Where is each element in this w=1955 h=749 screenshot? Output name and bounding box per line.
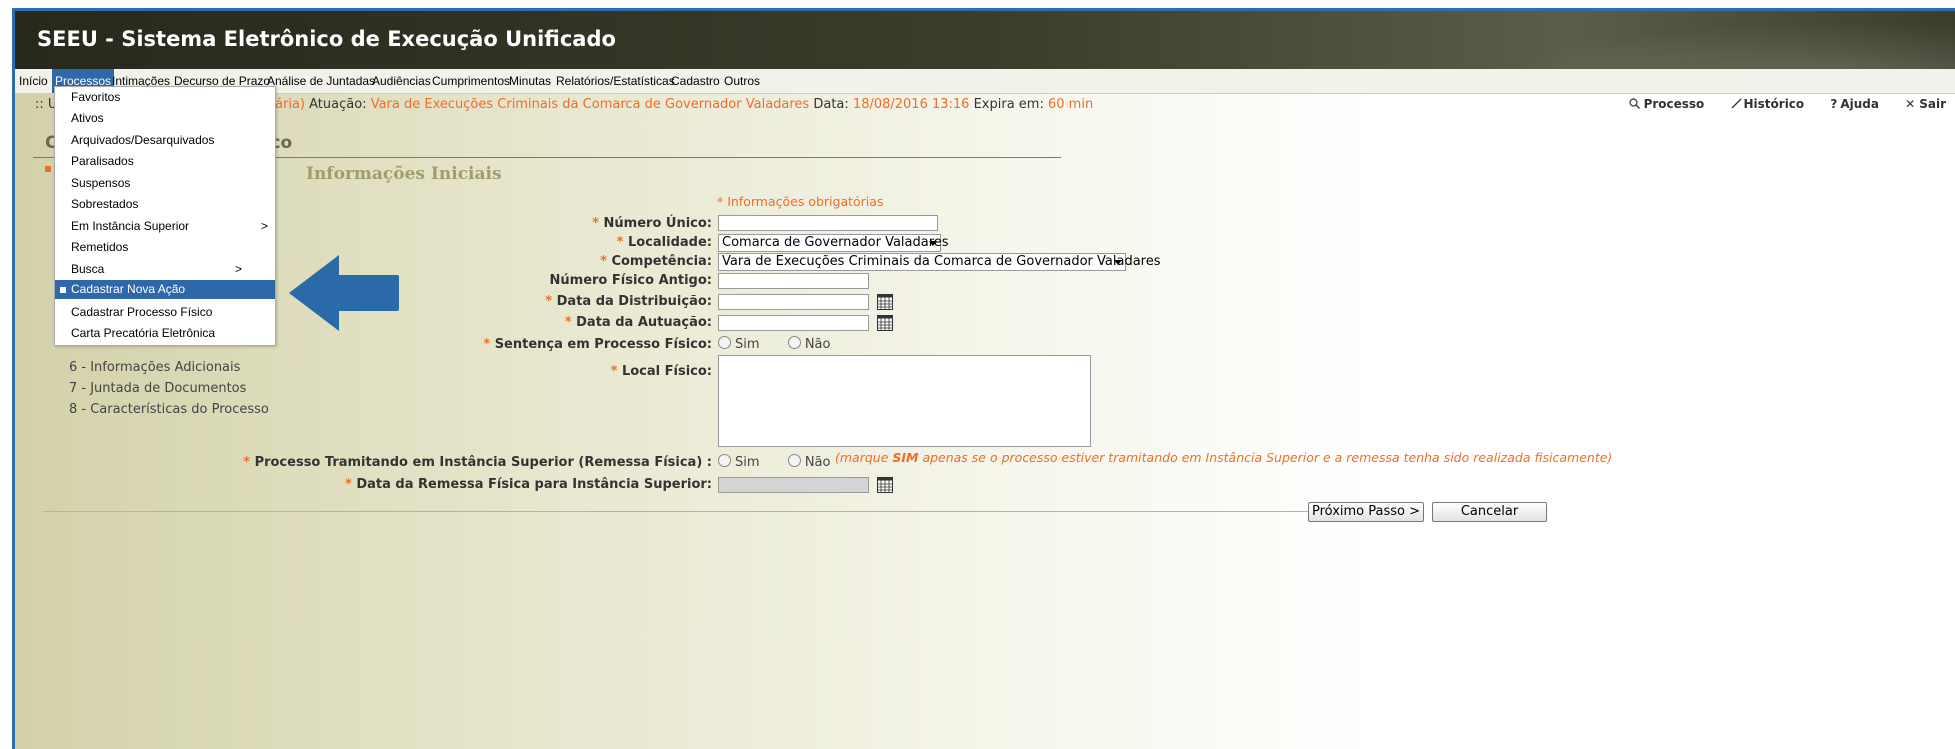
browser-window: SEEU - Sistema Eletrônico de Execução Un… (12, 8, 1955, 749)
dropdown-item-busca[interactable]: Busca > (55, 259, 275, 280)
search-icon (1628, 98, 1640, 109)
dropdown-item-arquivados[interactable]: Arquivados/Desarquivados (55, 130, 275, 151)
atuacao-label: Atuação: (309, 97, 367, 112)
numero-unico-label: * Número Único: (592, 216, 712, 231)
dropdown-item-ativos[interactable]: Ativos (55, 108, 275, 129)
tramitando-label: * Processo Tramitando em Instância Super… (243, 455, 712, 470)
atuacao-value: Vara de Execuções Criminais da Comarca d… (370, 97, 810, 112)
proximo-passo-button[interactable]: Próximo Passo > (1308, 502, 1424, 522)
tramitando-options: Sim Não (718, 454, 830, 470)
dropdown-item-suspensos[interactable]: Suspensos (55, 173, 275, 194)
localidade-select[interactable]: Comarca de Governador Valadares (718, 234, 949, 252)
tramitando-sim-label: Sim (735, 455, 760, 470)
dropdown-item-carta-precatoria[interactable]: Carta Precatória Eletrônica (55, 323, 275, 344)
sentenca-sim-radio[interactable] (718, 336, 731, 349)
app-title: SEEU - Sistema Eletrônico de Execução Un… (37, 27, 616, 51)
pointer-arrow-icon (289, 255, 399, 331)
menu-minutas[interactable]: Minutas (509, 69, 551, 93)
required-note: * Informações obrigatórias (717, 194, 884, 209)
sentenca-label: * Sentença em Processo Físico: (483, 337, 712, 352)
sentenca-options: Sim Não (718, 336, 830, 352)
top-links: Processo Histórico ? Ajuda ✕ Sair (1607, 97, 1946, 111)
submenu-arrow-icon: > (261, 219, 269, 233)
title-bar: SEEU - Sistema Eletrônico de Execução Un… (15, 11, 1955, 69)
competencia-select[interactable]: Vara de Execuções Criminais da Comarca d… (718, 253, 1161, 271)
data-remessa-input (718, 477, 869, 493)
active-step-marker (45, 166, 51, 172)
expira-value: 60 min (1048, 97, 1094, 112)
submenu-arrow-icon: > (235, 262, 243, 276)
sentenca-nao-radio[interactable] (787, 336, 801, 349)
sentenca-nao-label: Não (804, 337, 831, 352)
data-label: Data: (813, 97, 849, 112)
step-7[interactable]: 7 - Juntada de Documentos (69, 378, 269, 399)
tramitando-sim-radio[interactable] (718, 454, 731, 467)
step-6[interactable]: 6 - Informações Adicionais (69, 357, 269, 378)
dropdown-item-remetidos[interactable]: Remetidos (55, 237, 275, 258)
step-8[interactable]: 8 - Características do Processo (69, 399, 269, 420)
processos-dropdown: Favoritos Ativos Arquivados/Desarquivado… (54, 86, 276, 346)
numero-unico-input[interactable] (718, 215, 938, 231)
chevron-down-icon (1114, 260, 1122, 265)
form-divider (43, 511, 1308, 512)
expira-label: Expira em: (973, 97, 1044, 112)
dropdown-item-paralisados[interactable]: Paralisados (55, 151, 275, 172)
menu-inicio[interactable]: Início (19, 69, 48, 93)
role-tail: iária) (271, 97, 305, 112)
link-sair[interactable]: ✕ Sair (1905, 97, 1946, 111)
pencil-icon (1731, 98, 1741, 109)
menu-audiencias[interactable]: Audiências (372, 69, 431, 93)
link-historico[interactable]: Histórico (1731, 97, 1805, 111)
menu-outros[interactable]: Outros (724, 69, 760, 93)
link-ajuda-label: Ajuda (1840, 97, 1879, 111)
localidade-label: * Localidade: (616, 235, 712, 250)
close-icon: ✕ (1905, 97, 1916, 111)
dropdown-item-cadastrar-nova-acao[interactable]: Cadastrar Nova Ação (55, 280, 275, 299)
menu-analise-de-juntadas[interactable]: Análise de Juntadas (267, 69, 375, 93)
numero-fisico-label: Número Físico Antigo: (549, 273, 712, 288)
dropdown-item-sobrestados[interactable]: Sobrestados (55, 194, 275, 215)
calendar-icon[interactable] (877, 294, 893, 310)
data-value: 18/08/2016 13:16 (852, 97, 970, 112)
link-ajuda[interactable]: ? Ajuda (1830, 97, 1879, 111)
link-processo[interactable]: Processo (1628, 97, 1705, 111)
main-menu: Início Processos Intimações Decurso de P… (15, 69, 1955, 94)
data-distribuicao-label: * Data da Distribuição: (545, 294, 712, 309)
link-historico-label: Histórico (1743, 97, 1805, 111)
local-fisico-textarea[interactable] (718, 355, 1091, 447)
dropdown-item-cadastrar-processo-fisico[interactable]: Cadastrar Processo Físico (55, 302, 275, 323)
competencia-label: * Competência: (600, 254, 712, 269)
tramitando-help: (marque SIM apenas se o processo estiver… (835, 450, 1613, 465)
sentenca-sim-label: Sim (735, 337, 760, 352)
data-autuacao-label: * Data da Autuação: (564, 315, 712, 330)
data-distribuicao-input[interactable] (718, 294, 869, 310)
data-autuacao-input[interactable] (718, 315, 869, 331)
menu-relatorios[interactable]: Relatórios/Estatísticas (556, 69, 675, 93)
dropdown-item-instancia-superior[interactable]: Em Instância Superior > (55, 216, 275, 237)
help-icon: ? (1830, 97, 1838, 111)
chevron-down-icon (929, 241, 937, 246)
local-fisico-label: * Local Físico: (610, 364, 712, 379)
section-title: Informações Iniciais (306, 164, 502, 184)
menu-cadastro[interactable]: Cadastro (671, 69, 720, 93)
data-remessa-label: * Data da Remessa Física para Instância … (345, 477, 712, 492)
title-decoration (1438, 11, 1955, 69)
link-processo-label: Processo (1643, 97, 1705, 111)
calendar-icon[interactable] (877, 477, 893, 493)
cancel-button[interactable]: Cancelar (1432, 502, 1547, 522)
menu-cumprimentos[interactable]: Cumprimentos (432, 69, 510, 93)
numero-fisico-input[interactable] (718, 273, 869, 289)
dropdown-item-favoritos[interactable]: Favoritos (55, 87, 275, 108)
tramitando-nao-radio[interactable] (787, 454, 801, 467)
link-sair-label: Sair (1919, 97, 1946, 111)
tramitando-nao-label: Não (804, 455, 831, 470)
calendar-icon[interactable] (877, 315, 893, 331)
selected-bullet-icon (60, 287, 66, 293)
wizard-steps: 6 - Informações Adicionais 7 - Juntada d… (69, 357, 269, 420)
screen: SEEU - Sistema Eletrônico de Execução Un… (0, 0, 1955, 749)
